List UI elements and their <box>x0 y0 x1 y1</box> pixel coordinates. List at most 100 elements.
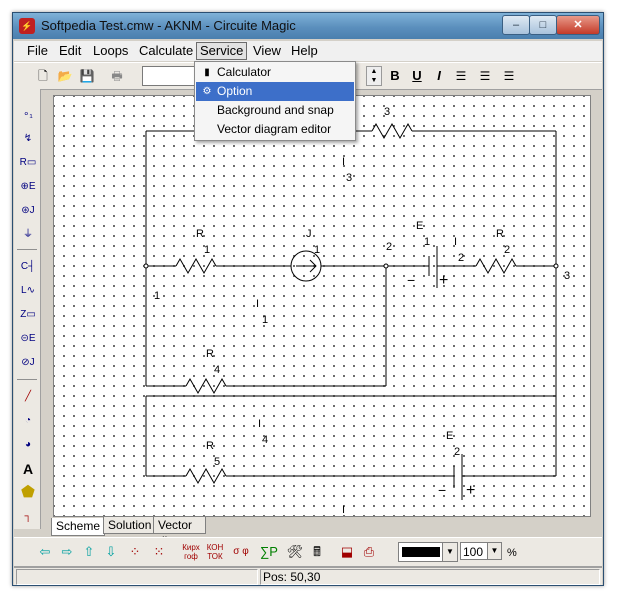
node-2-dot <box>383 263 389 269</box>
menu-item-label: Background and snap <box>217 103 334 117</box>
kirchhoff-label-top: Кирх <box>182 543 200 552</box>
align-left-icon[interactable]: ☰ <box>452 67 470 85</box>
minimize-button[interactable]: ‒ <box>502 15 530 35</box>
e1-minus-sign: − <box>407 272 416 288</box>
grid-dots-icon[interactable]: ⁘ <box>126 543 144 561</box>
service-dropdown: ▮ Calculator ⚙ Option Background and sna… <box>194 61 356 141</box>
menu-item-vector-editor[interactable]: Vector diagram editor <box>196 120 354 139</box>
arrow-up-icon[interactable]: ⇧ <box>80 543 98 561</box>
tab-vector-diagram[interactable]: Vector diagram <box>153 517 207 548</box>
polygon-tool-icon[interactable]: ⬟ <box>18 483 38 503</box>
menu-view[interactable]: View <box>250 43 284 59</box>
text-tool-icon[interactable]: A <box>18 459 38 479</box>
menu-edit[interactable]: Edit <box>56 43 84 59</box>
resistor-r5 <box>185 467 227 485</box>
voltmeter-tool-icon[interactable]: ◕ <box>18 435 38 455</box>
resistor-tool-icon[interactable]: R▭ <box>18 153 38 173</box>
chevron-down-icon[interactable]: ▼ <box>442 543 457 561</box>
bottom-toolbar: ⇦ ⇨ ⇧ ⇩ ⁘ ⁙ Кирх гоф КОН ТОК σ φ ∑P 🛠 🖩 ⬓ … <box>14 537 602 567</box>
toolbar-separator <box>17 379 37 380</box>
align-center-icon[interactable]: ☰ <box>476 67 494 85</box>
capacitor-tool-icon[interactable]: C┤ <box>18 257 38 277</box>
scatter-dots-icon[interactable]: ⁙ <box>150 543 168 561</box>
bold-button[interactable]: B <box>386 67 404 85</box>
connector-tool-icon[interactable]: ┐ <box>18 507 38 527</box>
node-3-label: 3 <box>564 270 571 282</box>
menu-bar: File Edit Loops Calculate Service View H… <box>14 41 602 61</box>
phase-button[interactable]: σ φ <box>232 543 250 561</box>
calculator-icon[interactable]: 🖩 <box>308 543 326 561</box>
color-picker[interactable]: ▼ <box>398 542 458 562</box>
i4-subscript: 4 <box>262 434 269 446</box>
menu-file[interactable]: File <box>24 43 51 59</box>
r4-subscript: 4 <box>214 364 221 376</box>
menu-item-calculator[interactable]: ▮ Calculator <box>196 63 354 82</box>
print-icon[interactable]: 🖶 <box>108 67 126 85</box>
menu-help[interactable]: Help <box>288 43 321 59</box>
circuit-magic-icon[interactable]: ⚡ <box>19 18 35 34</box>
status-bar: Pos: 50,30 <box>14 567 602 585</box>
line-tool-icon[interactable]: ╱ <box>18 387 38 407</box>
j1-subscript: 1 <box>314 244 321 256</box>
ground-tool-icon[interactable]: ⏚ <box>18 225 38 245</box>
i2-label: I <box>454 236 458 248</box>
r5-label: R <box>206 440 214 452</box>
underline-button[interactable]: U <box>408 67 426 85</box>
menu-item-background-snap[interactable]: Background and snap <box>196 101 354 120</box>
e2-plus-sign: + <box>466 482 476 499</box>
resistor-r4 <box>185 377 227 395</box>
kirchhoff-button[interactable]: Кирх гоф <box>182 543 200 561</box>
loop-current-button[interactable]: КОН ТОК <box>206 543 224 561</box>
r2-subscript: 2 <box>504 244 511 256</box>
ac-current-tool-icon[interactable]: ⊘J <box>18 353 38 373</box>
align-right-icon[interactable]: ☰ <box>500 67 518 85</box>
new-file-icon[interactable]: 🗋 <box>34 67 52 85</box>
voltage-source-tool-icon[interactable]: ⊕E <box>18 177 38 197</box>
menu-item-option[interactable]: ⚙ Option <box>196 82 354 101</box>
open-folder-icon[interactable]: 📂 <box>56 67 74 85</box>
sum-power-icon[interactable]: ∑P <box>260 543 278 561</box>
title-bar: ⚡ Softpedia Test.cmw - AKNM - Circuite M… <box>13 13 603 39</box>
resistor-r3 <box>371 122 413 140</box>
arrow-left-icon[interactable]: ⇦ <box>36 543 54 561</box>
ac-source-tool-icon[interactable]: ⊝E <box>18 329 38 349</box>
chevron-down-icon[interactable]: ▼ <box>487 543 501 559</box>
schematic-canvas[interactable]: 3 I 3 R 1 J 1 2 E 1 I 2 R 2 3 1 I 1 R 4 … <box>53 95 591 517</box>
r1-label: R <box>196 228 204 240</box>
font-size-spinner[interactable]: ▲ ▼ <box>366 66 382 86</box>
tools-icon[interactable]: 🛠 <box>286 543 304 561</box>
menu-item-label: Calculator <box>217 65 272 79</box>
tab-solution[interactable]: Solution <box>103 517 157 534</box>
maximize-button[interactable]: □ <box>529 15 557 35</box>
i1-subscript: 1 <box>262 314 269 326</box>
j1-label: J <box>306 228 312 240</box>
arrow-down-icon[interactable]: ⇩ <box>102 543 120 561</box>
arrow-right-icon[interactable]: ⇨ <box>58 543 76 561</box>
ammeter-tool-icon[interactable]: ◔ <box>18 411 38 431</box>
node-1-label: 1 <box>154 290 161 302</box>
menu-service[interactable]: Service <box>196 42 248 60</box>
i1-label: I <box>256 298 260 310</box>
e1-label: E <box>416 220 424 232</box>
print-preview-icon[interactable]: ⎙ <box>360 543 378 561</box>
wire-tool-icon[interactable]: ↯ <box>18 129 38 149</box>
toolbar-separator <box>17 249 37 250</box>
node-tool-icon[interactable]: ∘₁ <box>18 105 38 125</box>
zoom-select[interactable]: 100 ▼ <box>460 542 502 560</box>
menu-loops[interactable]: Loops <box>90 43 131 59</box>
font-name-field[interactable] <box>142 66 200 86</box>
r5-subscript: 5 <box>214 456 221 468</box>
close-button[interactable]: ✕ <box>556 15 600 35</box>
inductor-tool-icon[interactable]: L∿ <box>18 281 38 301</box>
export-icon[interactable]: ⬓ <box>338 543 356 561</box>
menu-calculate[interactable]: Calculate <box>136 43 196 59</box>
save-icon[interactable]: 💾 <box>78 67 96 85</box>
italic-button[interactable]: I <box>430 67 448 85</box>
loop-label-top: КОН <box>206 543 224 552</box>
impedance-tool-icon[interactable]: Z▭ <box>18 305 38 325</box>
r3-subscript: 3 <box>384 106 391 118</box>
current-source-tool-icon[interactable]: ⊛J <box>18 201 38 221</box>
tab-scheme[interactable]: Scheme <box>51 518 106 536</box>
i2-subscript: 2 <box>458 252 465 264</box>
status-cell-left <box>16 569 258 585</box>
